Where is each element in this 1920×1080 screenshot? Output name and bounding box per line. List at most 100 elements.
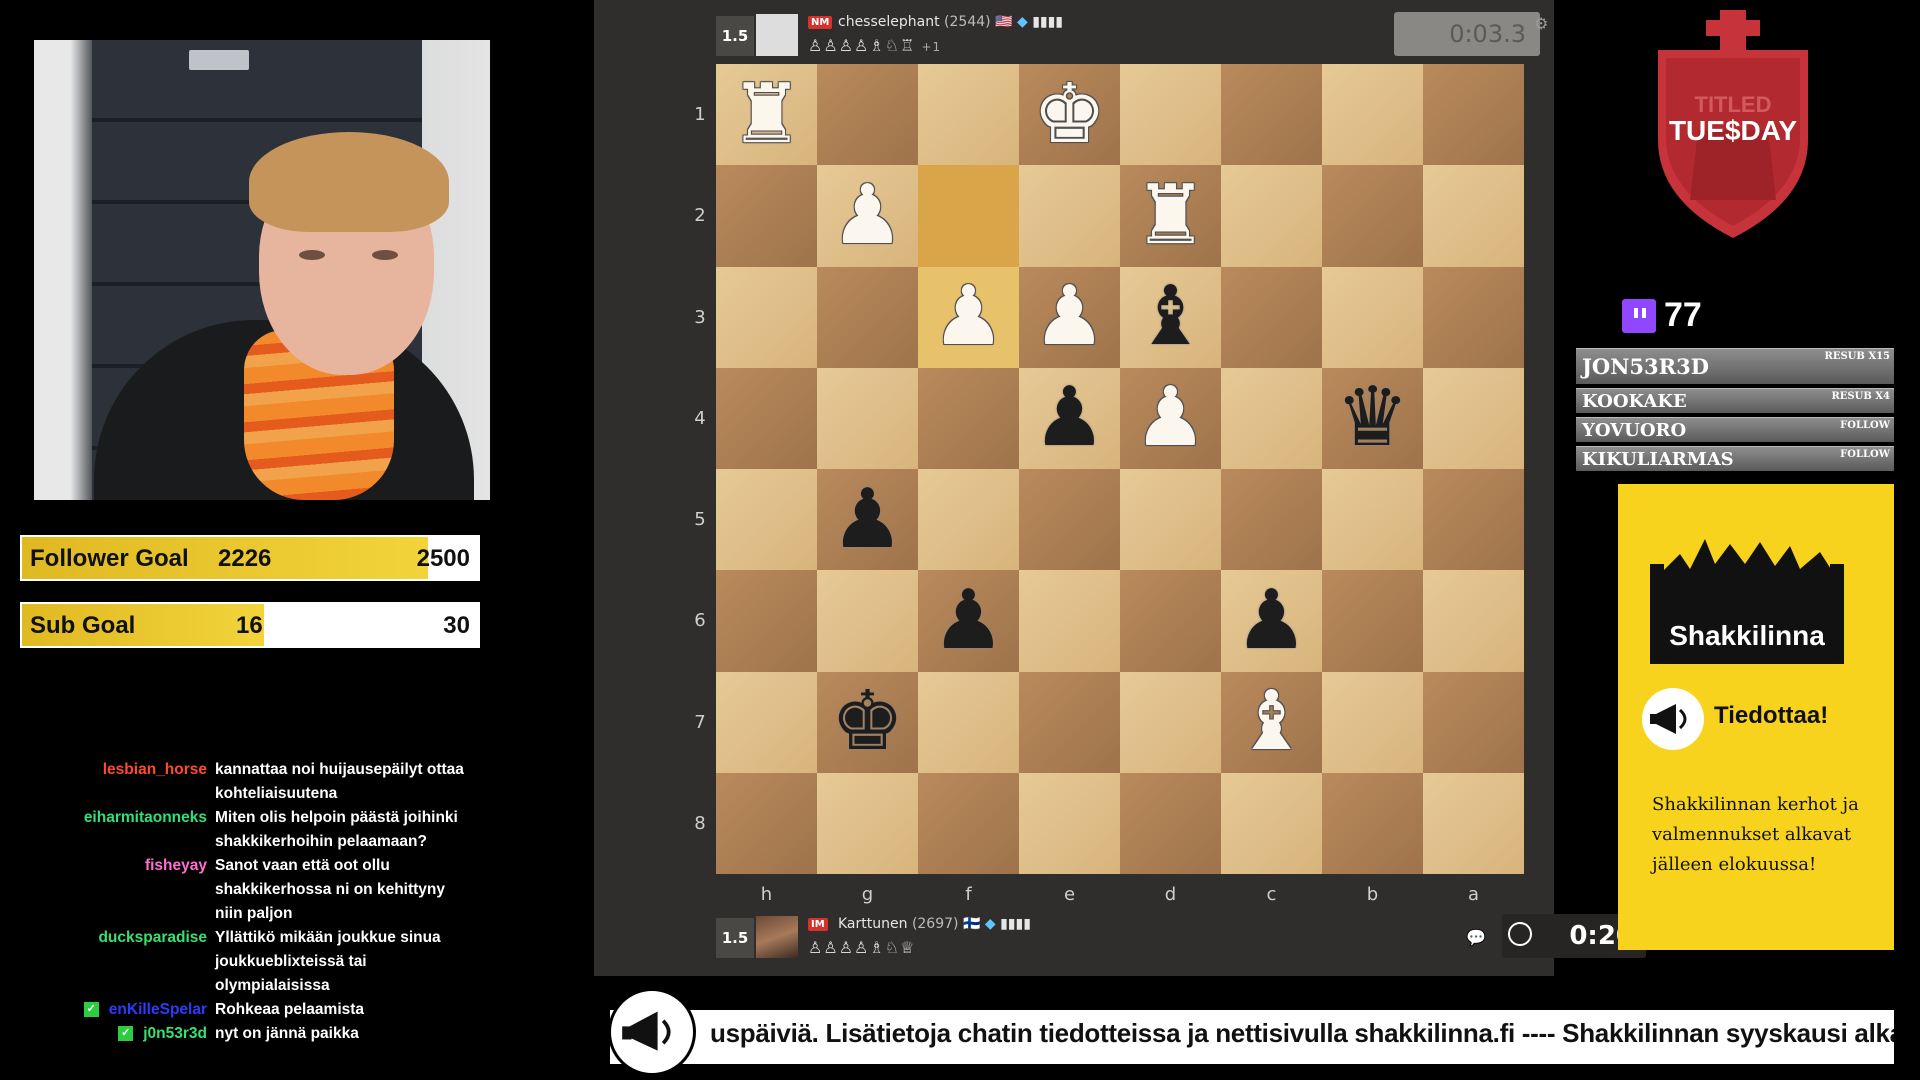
top-player-score: 1.5: [716, 16, 754, 56]
board-square-h6[interactable]: [716, 570, 817, 672]
bottom-player-name-line[interactable]: Karttunen (2697) 🇫🇮 ◆ ▮▮▮▮: [838, 916, 1031, 932]
white-bishop-icon[interactable]: ♝: [1235, 681, 1309, 763]
chat-username[interactable]: ducksparadise: [0, 926, 215, 998]
board-square-a3[interactable]: [1423, 266, 1524, 368]
board-square-e7[interactable]: [1019, 671, 1120, 773]
black-bishop-icon[interactable]: ♝: [1134, 276, 1208, 358]
board-square-d4[interactable]: ♟: [1120, 367, 1221, 469]
chat-bubble-icon[interactable]: 💬: [1466, 928, 1486, 947]
black-pawn-icon[interactable]: ♟: [1235, 579, 1309, 662]
board-square-a2[interactable]: [1423, 165, 1524, 267]
follower-goal-target: 2500: [416, 545, 470, 572]
board-square-f5[interactable]: [918, 469, 1019, 571]
board-square-f7[interactable]: [918, 671, 1019, 773]
black-king-icon[interactable]: ♚: [831, 681, 905, 763]
board-square-c3[interactable]: [1221, 266, 1322, 368]
board-square-d8[interactable]: [1120, 772, 1221, 874]
white-rook-icon[interactable]: ♜: [730, 73, 804, 156]
board-square-c7[interactable]: ♝: [1221, 671, 1322, 773]
board-square-b6[interactable]: [1322, 570, 1423, 672]
top-player-name-line[interactable]: chesselephant (2544) 🇺🇸 ◆ ▮▮▮▮: [838, 14, 1063, 30]
board-square-c8[interactable]: [1221, 772, 1322, 874]
board-square-h2[interactable]: [716, 165, 817, 267]
board-square-a8[interactable]: [1423, 772, 1524, 874]
board-square-h7[interactable]: [716, 671, 817, 773]
board-square-b1[interactable]: [1322, 64, 1423, 166]
white-rook-icon[interactable]: ♜: [1134, 174, 1208, 257]
board-square-d7[interactable]: [1120, 671, 1221, 773]
board-square-b5[interactable]: [1322, 469, 1423, 571]
board-square-d2[interactable]: ♜: [1120, 165, 1221, 267]
board-square-d6[interactable]: [1120, 570, 1221, 672]
board-square-g8[interactable]: [817, 772, 918, 874]
board-square-g3[interactable]: [817, 266, 918, 368]
chess-board[interactable]: ♜ ♚ ♟ ♜ ♟ ♟ ♝ ♟ ♟ ♛ ♟ ♟ ♟ ♚ ♝: [716, 64, 1524, 874]
board-square-c6[interactable]: ♟: [1221, 570, 1322, 672]
board-square-d1[interactable]: [1120, 64, 1221, 166]
chat-username[interactable]: fisheyay: [0, 854, 215, 926]
board-square-a7[interactable]: [1423, 671, 1524, 773]
board-square-e3[interactable]: ♟: [1019, 266, 1120, 368]
board-square-a4[interactable]: [1423, 367, 1524, 469]
top-player-name[interactable]: chesselephant: [838, 14, 940, 30]
board-square-f8[interactable]: [918, 772, 1019, 874]
board-square-b8[interactable]: [1322, 772, 1423, 874]
board-square-f6[interactable]: ♟: [918, 570, 1019, 672]
board-square-a6[interactable]: [1423, 570, 1524, 672]
bottom-player-avatar[interactable]: [756, 916, 798, 958]
board-square-b4[interactable]: ♛: [1322, 367, 1423, 469]
board-square-e8[interactable]: [1019, 772, 1120, 874]
board-square-c2[interactable]: [1221, 165, 1322, 267]
board-square-c4[interactable]: [1221, 367, 1322, 469]
board-square-h3[interactable]: [716, 266, 817, 368]
top-player-avatar[interactable]: [756, 14, 798, 56]
board-square-g1[interactable]: [817, 64, 918, 166]
rank-label: 6: [694, 610, 706, 632]
bottom-player-name[interactable]: Karttunen: [838, 916, 907, 932]
white-king-icon[interactable]: ♚: [1033, 73, 1107, 156]
board-square-e4[interactable]: ♟: [1019, 367, 1120, 469]
black-pawn-icon[interactable]: ♟: [1033, 377, 1107, 459]
board-square-e1[interactable]: ♚: [1019, 64, 1120, 166]
board-square-c5[interactable]: [1221, 469, 1322, 571]
board-square-b3[interactable]: [1322, 266, 1423, 368]
board-square-a1[interactable]: [1423, 64, 1524, 166]
black-pawn-icon[interactable]: ♟: [831, 478, 905, 561]
chat-username[interactable]: eiharmitaonneks: [0, 806, 215, 854]
white-pawn-icon[interactable]: ♟: [1033, 276, 1107, 358]
board-square-c1[interactable]: [1221, 64, 1322, 166]
gear-icon[interactable]: ⚙: [1534, 14, 1548, 33]
file-label: d: [1164, 884, 1177, 905]
board-square-h5[interactable]: [716, 469, 817, 571]
black-pawn-icon[interactable]: ♟: [932, 579, 1006, 662]
board-square-f2[interactable]: [918, 165, 1019, 267]
board-square-h1[interactable]: ♜: [716, 64, 817, 166]
board-square-f1[interactable]: [918, 64, 1019, 166]
board-square-f4[interactable]: [918, 367, 1019, 469]
board-square-d5[interactable]: [1120, 469, 1221, 571]
top-captured-extra: +1: [921, 40, 942, 54]
board-square-g7[interactable]: ♚: [817, 671, 918, 773]
board-square-b2[interactable]: [1322, 165, 1423, 267]
board-square-e2[interactable]: [1019, 165, 1120, 267]
white-pawn-icon[interactable]: ♟: [932, 276, 1006, 358]
board-square-e6[interactable]: [1019, 570, 1120, 672]
board-square-h4[interactable]: [716, 367, 817, 469]
chat-username[interactable]: ✓ j0n53r3d: [0, 1022, 215, 1046]
chat-username[interactable]: lesbian_horse: [0, 758, 215, 806]
white-pawn-icon[interactable]: ♟: [831, 174, 905, 257]
board-square-b7[interactable]: [1322, 671, 1423, 773]
board-square-g5[interactable]: ♟: [817, 469, 918, 571]
board-square-f3[interactable]: ♟: [918, 266, 1019, 368]
board-square-a5[interactable]: [1423, 469, 1524, 571]
black-queen-icon[interactable]: ♛: [1336, 377, 1410, 459]
white-pawn-icon[interactable]: ♟: [1134, 377, 1208, 459]
chat-username[interactable]: ✓ enKilleSpelar: [0, 998, 215, 1022]
board-square-h8[interactable]: [716, 772, 817, 874]
board-square-e5[interactable]: [1019, 469, 1120, 571]
board-square-g4[interactable]: [817, 367, 918, 469]
board-square-g2[interactable]: ♟: [817, 165, 918, 267]
board-square-d3[interactable]: ♝: [1120, 266, 1221, 368]
board-square-g6[interactable]: [817, 570, 918, 672]
bottom-player-score: 1.5: [716, 918, 754, 958]
